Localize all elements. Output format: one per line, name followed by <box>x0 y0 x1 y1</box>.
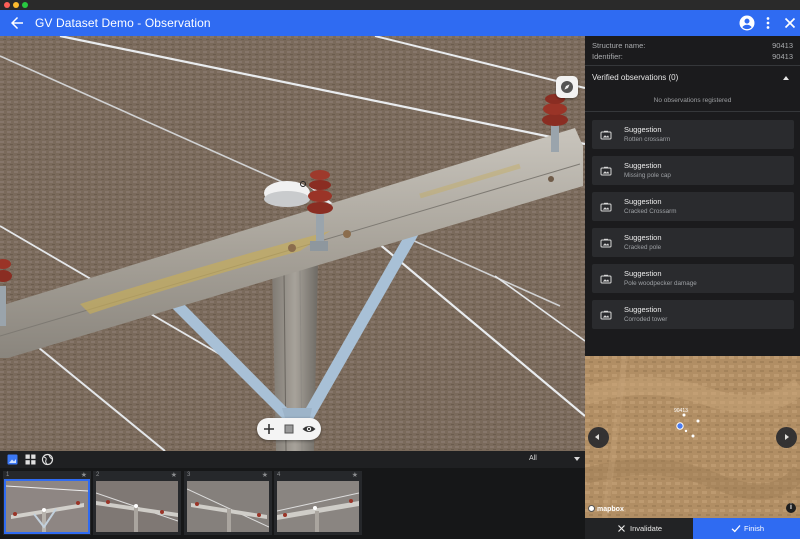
suggestion-subtitle: Rotten crossarm <box>624 136 671 143</box>
plus-icon[interactable] <box>261 421 277 437</box>
identifier-value: 90413 <box>772 52 793 61</box>
thumbnail-item[interactable]: 4 ★ <box>274 471 362 535</box>
globe-icon[interactable] <box>41 453 54 466</box>
filter-select[interactable]: All <box>529 455 537 462</box>
compass-button[interactable] <box>556 76 578 98</box>
close-icon <box>618 525 625 532</box>
single-view-icon[interactable] <box>6 453 19 466</box>
arrow-left-icon[interactable] <box>8 14 26 32</box>
suggestion-title: Suggestion <box>624 125 662 134</box>
camera-icon <box>600 274 612 284</box>
compass-icon <box>561 81 573 93</box>
camera-icon <box>600 130 612 140</box>
star-icon[interactable]: ★ <box>262 471 268 479</box>
map-previous-button[interactable] <box>588 427 609 448</box>
camera-icon <box>600 238 612 248</box>
suggestion-subtitle: Corroded tower <box>624 316 668 323</box>
thumbnail-number: 2 <box>96 472 100 478</box>
structure-name-value: 90413 <box>772 41 793 50</box>
suggestion-title: Suggestion <box>624 233 662 242</box>
suggestion-subtitle: Cracked Crossarm <box>624 208 677 215</box>
thumbnail-number: 4 <box>277 472 281 478</box>
camera-icon <box>600 166 612 176</box>
suggestion-title: Suggestion <box>624 269 662 278</box>
camera-icon <box>600 310 612 320</box>
thumbnail-image <box>96 481 178 532</box>
image-viewer[interactable] <box>0 36 585 451</box>
eye-icon[interactable] <box>301 421 317 437</box>
chevron-left-icon <box>595 434 599 440</box>
finish-label: Finish <box>744 524 765 533</box>
more-vertical-icon[interactable] <box>759 14 777 32</box>
inspection-photo <box>0 36 585 451</box>
thumbnail-number: 3 <box>187 472 191 478</box>
star-icon[interactable]: ★ <box>352 471 358 479</box>
camera-icon <box>600 202 612 212</box>
chevron-up-icon[interactable] <box>783 76 789 80</box>
map-info-button[interactable]: i <box>786 503 796 513</box>
suggestion-card[interactable]: Suggestion Cracked pole <box>592 228 794 257</box>
divider <box>585 65 800 66</box>
suggestion-title: Suggestion <box>624 161 662 170</box>
invalidate-button[interactable]: Invalidate <box>585 518 693 539</box>
window-minimize-dot[interactable] <box>13 2 19 8</box>
annotation-toolbar <box>257 418 321 440</box>
suggestion-card[interactable]: Suggestion Corroded tower <box>592 300 794 329</box>
thumbnail-item[interactable]: 1 ★ <box>3 471 91 535</box>
thumbnail-toolbar: All <box>0 451 585 468</box>
mapbox-logo: mapbox <box>588 505 624 513</box>
thumbnail-image <box>277 481 359 532</box>
close-icon[interactable] <box>781 14 799 32</box>
square-icon[interactable] <box>281 421 297 437</box>
mapbox-icon <box>588 505 595 512</box>
structure-name-label: Structure name: <box>592 41 646 50</box>
map-next-button[interactable] <box>776 427 797 448</box>
chevron-down-icon[interactable] <box>574 457 580 461</box>
check-icon <box>731 525 741 533</box>
grid-view-icon[interactable] <box>24 453 37 466</box>
finish-button[interactable]: Finish <box>693 518 800 539</box>
suggestion-subtitle: Pole woodpecker damage <box>624 280 697 287</box>
divider <box>585 111 800 112</box>
thumbnail-number: 1 <box>6 472 10 478</box>
suggestion-card[interactable]: Suggestion Missing pole cap <box>592 156 794 185</box>
suggestion-title: Suggestion <box>624 197 662 206</box>
chevron-right-icon <box>785 434 789 440</box>
invalidate-label: Invalidate <box>630 524 663 533</box>
suggestion-subtitle: Missing pole cap <box>624 172 671 179</box>
star-icon[interactable]: ★ <box>171 471 177 479</box>
identifier-label: Identifier: <box>592 52 623 61</box>
suggestion-title: Suggestion <box>624 305 662 314</box>
map-imagery <box>585 356 800 518</box>
empty-observations-message: No observations registered <box>653 97 732 104</box>
account-icon[interactable] <box>738 14 756 32</box>
thumbnail-item[interactable]: 3 ★ <box>184 471 272 535</box>
page-title: GV Dataset Demo - Observation <box>35 16 211 30</box>
thumbnail-item[interactable]: 2 ★ <box>93 471 181 535</box>
suggestion-subtitle: Cracked pole <box>624 244 662 251</box>
star-icon[interactable]: ★ <box>81 471 87 479</box>
suggestion-card[interactable]: Suggestion Rotten crossarm <box>592 120 794 149</box>
map-marker-label: 90413 <box>674 408 688 414</box>
window-zoom-dot[interactable] <box>22 2 28 8</box>
verified-observations-header[interactable]: Verified observations (0) <box>592 73 678 82</box>
app-bar: GV Dataset Demo - Observation <box>0 10 800 36</box>
details-panel: Structure name: 90413 Identifier: 90413 … <box>585 36 800 356</box>
satellite-map[interactable]: 90413 mapbox i <box>585 356 800 518</box>
thumbnail-image <box>187 481 269 532</box>
window-close-dot[interactable] <box>4 2 10 8</box>
thumbnail-image <box>4 479 90 534</box>
suggestion-card[interactable]: Suggestion Cracked Crossarm <box>592 192 794 221</box>
mapbox-attribution: mapbox <box>597 506 624 513</box>
thumbnail-strip: 1 ★ 2 ★ 3 ★ 4 ★ <box>0 468 585 539</box>
suggestion-card[interactable]: Suggestion Pole woodpecker damage <box>592 264 794 293</box>
